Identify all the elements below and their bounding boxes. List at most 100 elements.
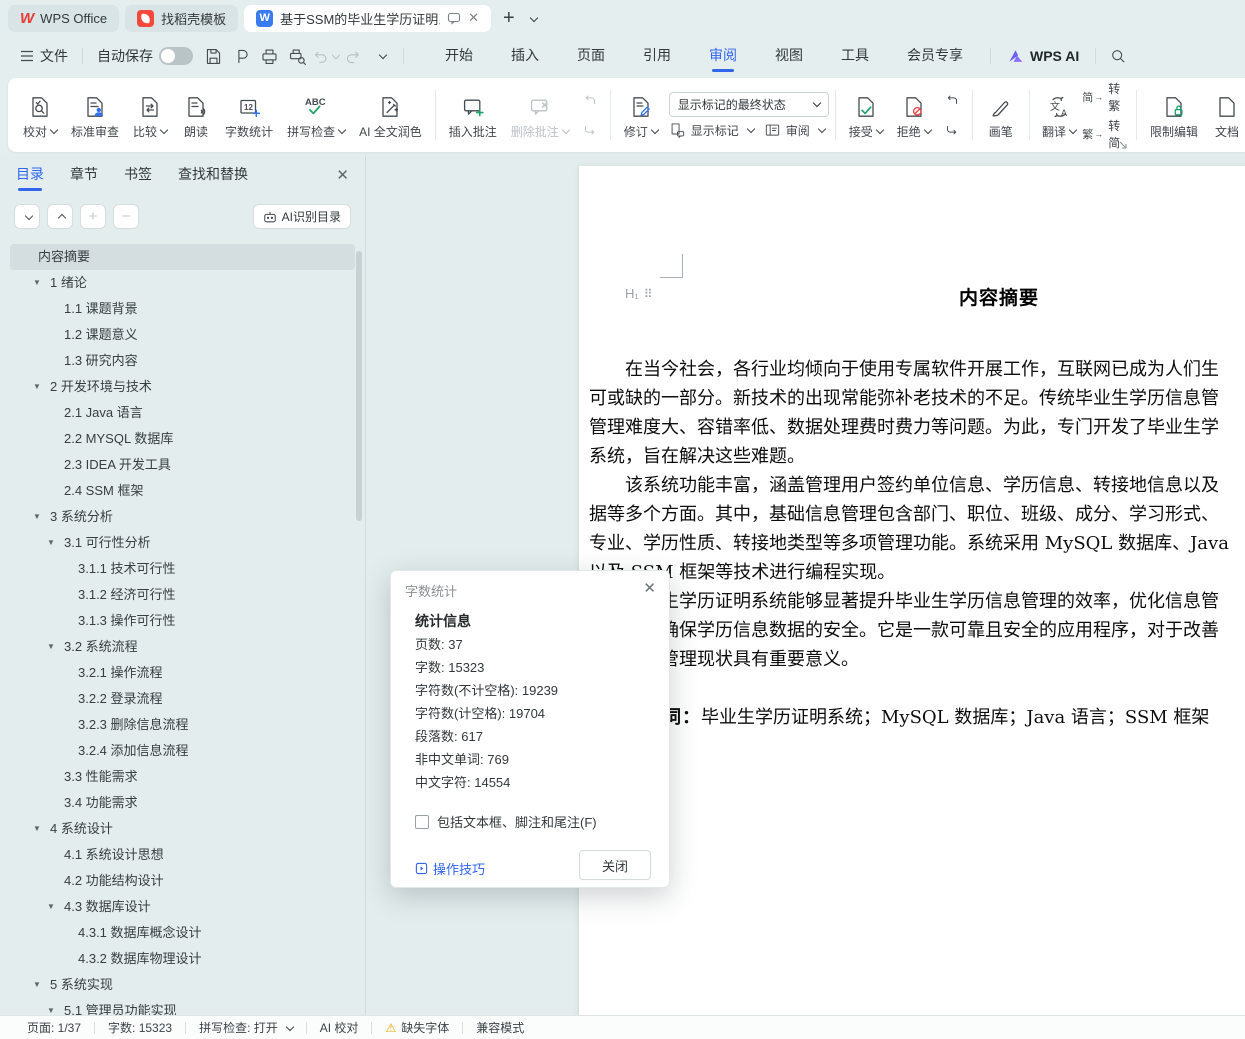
print-preview-button[interactable] [283,43,311,69]
print-button[interactable] [255,43,283,69]
toc-item[interactable]: 4.3.2 数据库物理设计 [10,946,355,972]
collapse-arrow-icon[interactable]: ▼ [33,972,41,998]
doc-text-line[interactable]: 在当今社会，各行业均倾向于使用专属软件开展工作，互联网已成为人们生 [589,355,1245,384]
collapse-arrow-icon[interactable]: ▼ [33,374,41,400]
ink-brush-button[interactable]: 画笔 [979,87,1023,144]
delete-comment-button[interactable]: 删除批注 [504,87,576,144]
read-aloud-button[interactable]: 朗读 [174,87,218,144]
sidebar-tab[interactable]: 书签 [124,156,152,194]
ai-polish-button[interactable]: AI 全文润色 [352,87,429,144]
doc-body[interactable]: 在当今社会，各行业均倾向于使用专属软件开展工作，互联网已成为人们生 可或缺的一部分… [589,355,1245,674]
insert-comment-button[interactable]: 插入批注 [442,87,504,144]
toc-item[interactable]: 4.3.1 数据库概念设计 [10,920,355,946]
show-markup-button[interactable]: 显示标记 [669,122,756,139]
toc-item[interactable]: 2.4 SSM 框架 [10,478,355,504]
chat-bubble-icon[interactable] [447,11,461,25]
document-page[interactable]: H₁ ⠿ 内容摘要 在当今社会，各行业均倾向于使用专属软件开展工作，互联网已成为… [579,166,1245,1015]
toc-item[interactable]: 2.3 IDEA 开发工具 [10,452,355,478]
next-comment-button[interactable] [578,117,602,139]
markup-state-select[interactable]: 显示标记的最终状态 [668,91,829,117]
toc-item[interactable]: ▼ 3.2 系统流程 [10,634,355,660]
file-menu-button[interactable]: 文件 [14,46,74,66]
tab-wps-office[interactable]: W WPS Office [8,4,120,32]
compatibility-mode-indicator[interactable]: 兼容模式 [463,1019,537,1036]
toc-item[interactable]: ▼ 4.3 数据库设计 [10,894,355,920]
save-button[interactable] [199,43,227,69]
toc-item[interactable]: 1.3 研究内容 [10,348,355,374]
toc-item[interactable]: 2.1 Java 语言 [10,400,355,426]
doc-text-line[interactable]: 据等多个方面。其中，基础信息管理包含部门、职位、班级、成分、学习形式、 [589,500,1245,529]
collapse-heading-button[interactable] [14,204,40,229]
missing-font-indicator[interactable]: ⚠ 缺失字体 [372,1019,462,1036]
doc-text-line[interactable]: 专业、学历性质、转接地类型等多项管理功能。系统采用 MySQL 数据库、Java [589,529,1245,558]
ai-proofread-indicator[interactable]: AI 校对 [307,1019,372,1036]
restrict-editing-button[interactable]: 限制编辑 [1143,87,1205,144]
toc-item[interactable]: 3.1.1 技术可行性 [10,556,355,582]
toc-item[interactable]: ▼ 4 系统设计 [10,816,355,842]
new-tab-button[interactable]: + [497,7,521,30]
checkbox-icon[interactable] [415,814,429,829]
doc-text-line[interactable]: 系统，旨在解决这些难题。 [589,442,1245,471]
doc-text-line[interactable]: 程，同时确保学历信息数据的安全。它是一款可靠且安全的应用程序，对于改善 [589,616,1245,645]
toc-item[interactable]: 2.2 MYSQL 数据库 [10,426,355,452]
sidebar-tab[interactable]: 章节 [70,156,98,194]
promote-heading-button[interactable]: + [80,204,106,229]
reject-change-button[interactable]: 拒绝 [890,87,938,144]
wps-ai-button[interactable]: WPS AI [999,48,1087,65]
sidebar-scrollbar[interactable] [356,251,362,521]
more-commands-button[interactable] [367,43,395,69]
toc-item[interactable]: 3.2.1 操作流程 [10,660,355,686]
word-count-indicator[interactable]: 字数: 15323 [95,1019,185,1036]
to-traditional-button[interactable]: 简 → 转繁 [1082,80,1130,114]
doc-text-line[interactable]: 该系统功能丰富，涵盖管理用户签约单位信息、学历信息、转接地信息以及 [589,471,1245,500]
toc-item[interactable]: 3.4 功能需求 [10,790,355,816]
collapse-arrow-icon[interactable]: ▼ [47,634,55,660]
collapse-arrow-icon[interactable]: ▼ [33,504,41,530]
standard-review-button[interactable]: 标准审查 [64,87,126,144]
toc-item[interactable]: 1.1 课题背景 [10,296,355,322]
tab-current-document[interactable]: W 基于SSM的毕业生学历证明系 ✕ [244,4,492,32]
translate-button[interactable]: 文A 翻译 [1036,87,1083,144]
toc-item[interactable]: ▼ 3 系统分析 [10,504,355,530]
spell-check-button[interactable]: ABC 拼写检查 [280,87,352,144]
menu-tab[interactable]: 视图 [756,36,822,76]
tab-list-chevron-icon[interactable] [527,11,538,26]
previous-change-button[interactable] [940,91,964,113]
toc-item[interactable]: 3.2.2 登录流程 [10,686,355,712]
dialog-close-button[interactable]: 关闭 [579,850,651,880]
next-change-button[interactable] [940,117,964,139]
review-pane-button[interactable]: 审阅 [764,122,827,139]
toc-item[interactable]: 3.2.3 删除信息流程 [10,712,355,738]
close-sidebar-icon[interactable]: ✕ [336,166,349,184]
toc-item[interactable]: 3.3 性能需求 [10,764,355,790]
export-pdf-button[interactable] [227,43,255,69]
toc-item[interactable]: 4.1 系统设计思想 [10,842,355,868]
menu-tab[interactable]: 页面 [558,36,624,76]
spell-check-indicator[interactable]: 拼写检查: 打开 [186,1019,306,1036]
doc-text-line[interactable]: 学历信息管理现状具有重要意义。 [589,645,1245,674]
group-expander-icon[interactable] [1119,141,1128,150]
proofread-button[interactable]: 校对 [16,87,64,144]
menu-tab[interactable]: 引用 [624,36,690,76]
toc-item[interactable]: 4.2 功能结构设计 [10,868,355,894]
doc-text-line[interactable]: 毕业生学历证明系统能够显著提升毕业生学历信息管理的效率，优化信息管 [589,587,1245,616]
menu-tab[interactable]: 审阅 [690,36,756,76]
collapse-arrow-icon[interactable]: ▼ [33,816,41,842]
collapse-arrow-icon[interactable]: ▼ [47,894,55,920]
tips-link[interactable]: 操作技巧 [415,859,485,878]
accept-change-button[interactable]: 接受 [842,87,890,144]
keywords-line[interactable]: 关键词：毕业生学历证明系统；MySQL 数据库；Java 语言；SSM 框架 [589,703,1209,732]
tab-docer-templates[interactable]: 找稻壳模板 [125,4,239,32]
compare-button[interactable]: 比较 [126,87,174,144]
sidebar-tab[interactable]: 查找和替换 [178,156,248,194]
toc-item[interactable]: 内容摘要 [10,244,355,270]
toc-item[interactable]: 3.1.3 操作可行性 [10,608,355,634]
include-footnotes-checkbox[interactable]: 包括文本框、脚注和尾注(F) [415,812,597,831]
menu-tab[interactable]: 工具 [822,36,888,76]
undo-button[interactable] [311,43,341,69]
toc-item[interactable]: ▼ 2 开发环境与技术 [10,374,355,400]
ai-recognize-toc-button[interactable]: AI识别目录 [252,204,351,229]
page-indicator[interactable]: 页面: 1/37 [14,1019,94,1036]
track-changes-button[interactable]: 修订 [617,87,665,144]
collapse-arrow-icon[interactable]: ▼ [47,530,55,556]
